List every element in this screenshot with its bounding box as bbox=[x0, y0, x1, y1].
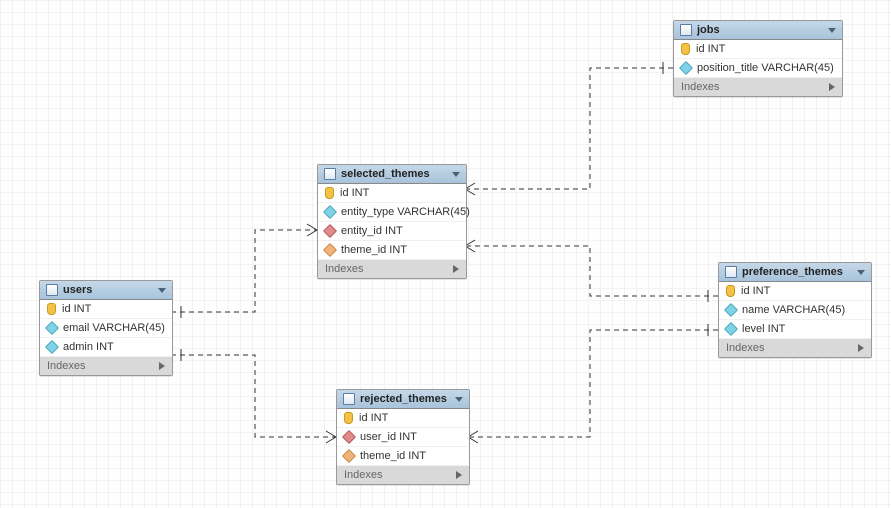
column-icon bbox=[45, 340, 59, 354]
table-jobs[interactable]: jobs id INT position_title VARCHAR(45) Inde… bbox=[673, 20, 843, 97]
table-title: jobs bbox=[697, 24, 823, 36]
column-icon bbox=[342, 430, 356, 444]
column-name: theme_id INT bbox=[360, 450, 426, 462]
column-icon bbox=[45, 321, 59, 335]
primary-key-icon bbox=[344, 412, 353, 424]
column-icon bbox=[323, 243, 337, 257]
chevron-down-icon[interactable] bbox=[857, 270, 865, 275]
table-icon bbox=[46, 284, 58, 296]
column-icon bbox=[342, 449, 356, 463]
table-title: selected_themes bbox=[341, 168, 447, 180]
indexes-section[interactable]: Indexes bbox=[337, 466, 469, 484]
indexes-section[interactable]: Indexes bbox=[719, 339, 871, 357]
column-name: position_title VARCHAR(45) bbox=[697, 62, 834, 74]
table-title: users bbox=[63, 284, 153, 296]
chevron-right-icon bbox=[829, 83, 835, 91]
column-row[interactable]: name VARCHAR(45) bbox=[719, 301, 871, 320]
table-header-rejected_themes[interactable]: rejected_themes bbox=[337, 390, 469, 409]
indexes-label: Indexes bbox=[726, 342, 765, 354]
primary-key-icon bbox=[726, 285, 735, 297]
column-row[interactable]: user_id INT bbox=[337, 428, 469, 447]
chevron-down-icon[interactable] bbox=[455, 397, 463, 402]
column-icon bbox=[323, 224, 337, 238]
column-row[interactable]: level INT bbox=[719, 320, 871, 339]
primary-key-icon bbox=[681, 43, 690, 55]
table-title: preference_themes bbox=[742, 266, 852, 278]
chevron-down-icon[interactable] bbox=[828, 28, 836, 33]
column-row[interactable]: id INT bbox=[674, 40, 842, 59]
column-name: level INT bbox=[742, 323, 785, 335]
column-icon bbox=[724, 322, 738, 336]
table-icon bbox=[725, 266, 737, 278]
column-name: id INT bbox=[340, 187, 369, 199]
column-icon bbox=[679, 61, 693, 75]
chevron-right-icon bbox=[858, 344, 864, 352]
column-name: admin INT bbox=[63, 341, 114, 353]
table-icon bbox=[324, 168, 336, 180]
column-row[interactable]: email VARCHAR(45) bbox=[40, 319, 172, 338]
column-row[interactable]: entity_id INT bbox=[318, 222, 466, 241]
column-row[interactable]: entity_type VARCHAR(45) bbox=[318, 203, 466, 222]
column-name: id INT bbox=[62, 303, 91, 315]
column-row[interactable]: id INT bbox=[337, 409, 469, 428]
column-name: entity_type VARCHAR(45) bbox=[341, 206, 470, 218]
column-icon bbox=[724, 303, 738, 317]
column-row[interactable]: id INT bbox=[719, 282, 871, 301]
column-row[interactable]: id INT bbox=[318, 184, 466, 203]
indexes-section[interactable]: Indexes bbox=[40, 357, 172, 375]
column-row[interactable]: theme_id INT bbox=[318, 241, 466, 260]
chevron-right-icon bbox=[456, 471, 462, 479]
column-name: email VARCHAR(45) bbox=[63, 322, 165, 334]
table-icon bbox=[680, 24, 692, 36]
indexes-label: Indexes bbox=[47, 360, 86, 372]
indexes-label: Indexes bbox=[681, 81, 720, 93]
table-header-selected_themes[interactable]: selected_themes bbox=[318, 165, 466, 184]
indexes-section[interactable]: Indexes bbox=[674, 78, 842, 96]
chevron-right-icon bbox=[453, 265, 459, 273]
table-header-preference_themes[interactable]: preference_themes bbox=[719, 263, 871, 282]
chevron-down-icon[interactable] bbox=[158, 288, 166, 293]
column-row[interactable]: position_title VARCHAR(45) bbox=[674, 59, 842, 78]
chevron-down-icon[interactable] bbox=[452, 172, 460, 177]
primary-key-icon bbox=[325, 187, 334, 199]
column-row[interactable]: id INT bbox=[40, 300, 172, 319]
table-title: rejected_themes bbox=[360, 393, 450, 405]
table-rejected_themes[interactable]: rejected_themesid INT user_id INT theme_id… bbox=[336, 389, 470, 485]
column-name: id INT bbox=[359, 412, 388, 424]
column-name: theme_id INT bbox=[341, 244, 407, 256]
chevron-right-icon bbox=[159, 362, 165, 370]
table-selected_themes[interactable]: selected_themesid INT entity_type VARCHAR… bbox=[317, 164, 467, 279]
column-row[interactable]: admin INT bbox=[40, 338, 172, 357]
column-icon bbox=[323, 205, 337, 219]
column-name: name VARCHAR(45) bbox=[742, 304, 845, 316]
column-name: id INT bbox=[696, 43, 725, 55]
table-header-jobs[interactable]: jobs bbox=[674, 21, 842, 40]
column-name: entity_id INT bbox=[341, 225, 403, 237]
column-name: user_id INT bbox=[360, 431, 417, 443]
table-users[interactable]: users id INT email VARCHAR(45) admin INT Ind… bbox=[39, 280, 173, 376]
indexes-label: Indexes bbox=[325, 263, 364, 275]
column-row[interactable]: theme_id INT bbox=[337, 447, 469, 466]
primary-key-icon bbox=[47, 303, 56, 315]
indexes-label: Indexes bbox=[344, 469, 383, 481]
indexes-section[interactable]: Indexes bbox=[318, 260, 466, 278]
column-name: id INT bbox=[741, 285, 770, 297]
table-preference_themes[interactable]: preference_themesid INT name VARCHAR(45) l… bbox=[718, 262, 872, 358]
table-icon bbox=[343, 393, 355, 405]
table-header-users[interactable]: users bbox=[40, 281, 172, 300]
